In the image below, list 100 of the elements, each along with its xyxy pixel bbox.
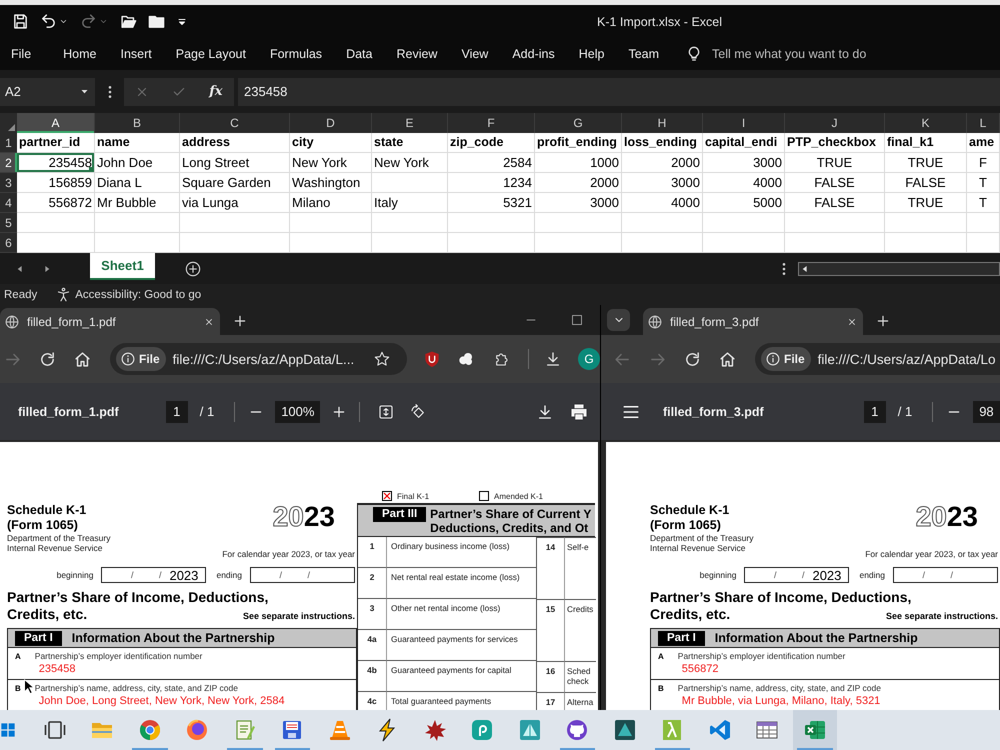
download-icon[interactable] bbox=[545, 351, 561, 367]
zoom-field[interactable]: 98 bbox=[973, 400, 1000, 422]
browser-tab[interactable]: filled_form_1.pdf bbox=[0, 308, 220, 335]
spreadsheet-cell: 5000 bbox=[703, 193, 785, 213]
tax-year: 2023 bbox=[272, 503, 335, 531]
rotate-icon[interactable] bbox=[410, 404, 426, 420]
ribbon-tab[interactable]: Data bbox=[346, 47, 372, 61]
search-field[interactable]: Tell me what you want to do bbox=[712, 47, 912, 61]
spreadsheet-cell: 156859 bbox=[17, 173, 95, 193]
reload-icon[interactable] bbox=[39, 350, 56, 368]
firefox-icon bbox=[185, 718, 210, 742]
reload-icon[interactable] bbox=[684, 350, 701, 368]
column-header[interactable]: A bbox=[17, 113, 95, 133]
horizontal-scrollbar[interactable] bbox=[798, 262, 1000, 276]
chrome-icon bbox=[138, 718, 162, 742]
ribbon-tab[interactable]: Review bbox=[396, 47, 438, 61]
form-heading: Partner’s Share of Income, Deductions, bbox=[650, 589, 912, 606]
page-number-field[interactable]: 1 bbox=[864, 400, 886, 422]
home-icon[interactable] bbox=[74, 350, 91, 368]
checkbox-label: Final K-1 bbox=[397, 492, 430, 500]
form-heading: Partner’s Share of Income, Deductions, bbox=[7, 589, 268, 606]
item-letter: B bbox=[658, 683, 664, 694]
ribbon-tab[interactable]: Home bbox=[63, 47, 96, 61]
ribbon-tab[interactable]: Add-ins bbox=[512, 47, 555, 61]
new-tab-icon[interactable] bbox=[233, 314, 247, 328]
previous-sheet-icon[interactable] bbox=[16, 264, 24, 272]
accessibility-status[interactable]: Accessibility: Good to go bbox=[75, 288, 202, 300]
checkbox[interactable] bbox=[382, 491, 392, 501]
ribbon-tab[interactable]: Help bbox=[578, 47, 604, 61]
next-sheet-icon[interactable] bbox=[43, 264, 51, 272]
address-text: file:///C:/Users/az/AppData/L... bbox=[172, 352, 354, 366]
close-icon[interactable] bbox=[204, 316, 214, 326]
print-icon[interactable] bbox=[570, 402, 588, 420]
line-label: Sched check bbox=[567, 666, 591, 686]
spreadsheet-cell: Long Street bbox=[180, 153, 290, 173]
site-info-button[interactable]: File bbox=[761, 347, 811, 371]
ribbon-tab[interactable]: File bbox=[11, 47, 32, 61]
ribbon-tab[interactable]: Team bbox=[628, 47, 660, 61]
insert-function-button[interactable]: fx bbox=[209, 84, 223, 99]
spreadsheet-cell: TRUE bbox=[885, 193, 967, 213]
item-letter: A bbox=[15, 651, 21, 662]
site-info-button[interactable]: File bbox=[116, 347, 166, 371]
download-icon[interactable] bbox=[537, 404, 553, 420]
ribbon-tab[interactable]: View bbox=[461, 47, 488, 61]
line-number: 15 bbox=[546, 604, 556, 614]
spreadsheet-cell: partner_id bbox=[17, 133, 95, 153]
select-all-icon[interactable] bbox=[8, 124, 15, 131]
folder-icon[interactable] bbox=[148, 13, 165, 30]
caret-icon[interactable] bbox=[80, 87, 89, 96]
agency-name: Department of the Treasury bbox=[7, 533, 110, 543]
formula-input[interactable]: 235458 bbox=[238, 78, 1000, 106]
zoom-field[interactable]: 100% bbox=[275, 400, 320, 422]
save-icon[interactable] bbox=[12, 13, 29, 30]
cloud-icon[interactable] bbox=[458, 351, 474, 367]
profile-avatar[interactable]: G bbox=[578, 348, 600, 370]
address-bar[interactable]: File file:///C:/Users/az/AppData/L... bbox=[110, 343, 407, 375]
ribbon-tab[interactable]: Insert bbox=[120, 47, 152, 61]
zoom-in-icon[interactable] bbox=[332, 404, 346, 418]
spreadsheet-cell: T bbox=[967, 193, 1000, 213]
close-icon[interactable] bbox=[847, 316, 857, 326]
address-bar[interactable]: File file:///C:/Users/az/AppData/Lo bbox=[755, 343, 1000, 375]
date-field[interactable]: / / bbox=[893, 567, 998, 583]
date-field[interactable]: / / 2023 bbox=[744, 567, 850, 583]
browser-tab[interactable]: filled_form_3.pdf bbox=[643, 308, 863, 335]
name-box[interactable]: A2 bbox=[0, 78, 95, 106]
shield-icon[interactable] bbox=[424, 351, 440, 367]
line-label: Credits bbox=[567, 604, 594, 614]
cursor-icon bbox=[24, 679, 34, 695]
maximize-icon[interactable] bbox=[571, 314, 583, 326]
add-sheet-icon[interactable] bbox=[185, 260, 201, 276]
spreadsheet-cell: 2000 bbox=[535, 173, 622, 193]
open-folder-icon[interactable] bbox=[120, 13, 137, 30]
line-number: 4a bbox=[367, 634, 377, 644]
puzzle-icon[interactable] bbox=[494, 351, 510, 367]
page-number-field[interactable]: 1 bbox=[166, 400, 188, 422]
undo-icon[interactable] bbox=[40, 13, 57, 30]
sheet-tab[interactable]: Sheet1 bbox=[90, 253, 155, 280]
date-field[interactable]: / / bbox=[250, 567, 355, 583]
line-number: 2 bbox=[370, 572, 374, 582]
date-field[interactable]: / / 2023 bbox=[101, 567, 206, 583]
part-title: Information About the Partnership bbox=[714, 631, 918, 645]
window-title: K-1 Import.xlsx - Excel bbox=[596, 14, 722, 28]
spreadsheet-cell: 3000 bbox=[535, 193, 622, 213]
line-number: 4c bbox=[367, 696, 377, 706]
caret-icon[interactable] bbox=[59, 17, 68, 26]
scroll-left-icon[interactable] bbox=[801, 264, 809, 272]
instructions-note: See separate instructions. bbox=[242, 611, 355, 621]
new-tab-icon[interactable] bbox=[876, 314, 890, 328]
spiral-icon bbox=[470, 718, 494, 742]
spreadsheet-cell: New York bbox=[372, 153, 448, 173]
line-label: Net rental real estate income (loss) bbox=[391, 572, 520, 582]
checkbox[interactable] bbox=[479, 491, 490, 501]
star-icon[interactable] bbox=[374, 351, 390, 367]
ribbon-tab[interactable]: Formulas bbox=[270, 47, 322, 61]
fit-page-icon[interactable] bbox=[378, 404, 394, 420]
document-title: filled_form_3.pdf bbox=[663, 404, 764, 418]
ribbon-tab[interactable]: Page Layout bbox=[176, 47, 246, 61]
spreadsheet-cell: FALSE bbox=[785, 193, 885, 213]
row-header[interactable]: 2 bbox=[0, 153, 17, 173]
home-icon[interactable] bbox=[719, 350, 736, 368]
